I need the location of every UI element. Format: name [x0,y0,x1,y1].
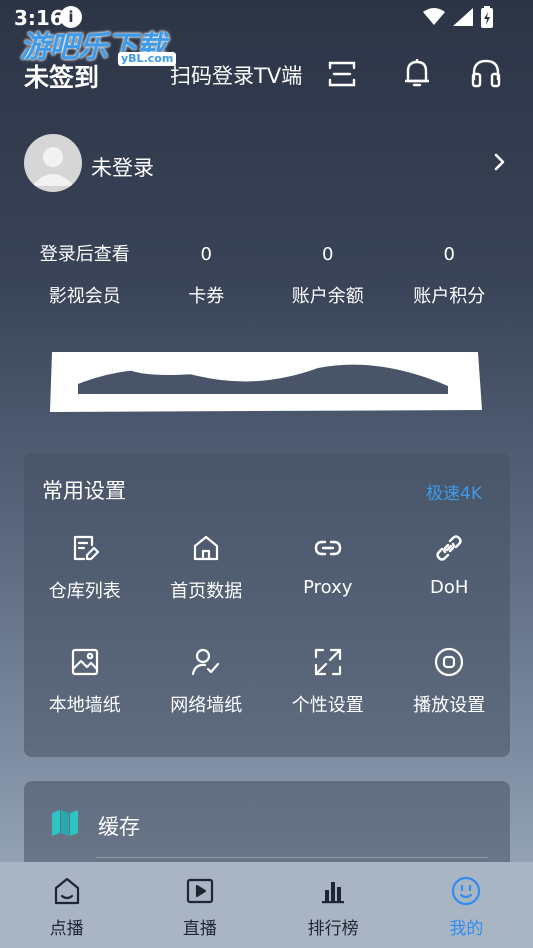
stat-label: 影视会员 [48,286,121,307]
stat-balance[interactable]: 0 账户余额 [267,240,389,320]
user-check-icon [192,648,220,676]
status-icons [423,6,493,28]
setting-proxy[interactable]: Proxy [267,533,389,617]
bar-chart-icon [322,882,345,904]
setting-label: 首页数据 [170,581,243,602]
stat-value: 0 [322,244,334,265]
stat-coupons[interactable]: 0 卡券 [146,240,268,320]
expand-icon [314,648,341,676]
setting-label: 播放设置 [413,695,486,716]
setting-label: DoH [430,577,469,598]
stat-value: 0 [200,244,212,265]
setting-label: 仓库列表 [48,581,121,602]
smile-icon [452,876,481,906]
play-icon [186,878,213,904]
setting-home-data[interactable]: 首页数据 [146,533,268,617]
tab-label: 点播 [49,919,84,939]
signal-icon [453,8,473,26]
common-settings-card: 常用设置 极速4K 仓库列表 首页数据 Proxy DoH 本地墙纸 网络墙纸 … [24,453,510,757]
chevron-right-icon[interactable] [488,151,510,173]
setting-doh[interactable]: DoH [389,533,511,617]
bell-icon[interactable] [400,56,434,90]
stat-points[interactable]: 0 账户积分 [389,240,511,320]
setting-personalization[interactable]: 个性设置 [267,647,389,731]
tab-label: 我的 [449,919,484,939]
home-icon [194,535,219,561]
map-icon [52,810,78,836]
profile-name: 未登录 [91,156,154,180]
settings-grid: 仓库列表 首页数据 Proxy DoH 本地墙纸 网络墙纸 个性设置 播放设置 [24,533,510,731]
setting-label: 网络墙纸 [170,695,243,716]
common-settings-title: 常用设置 [42,479,126,503]
chain-icon [436,535,462,561]
scan-icon[interactable] [326,58,358,90]
stat-vip[interactable]: 登录后查看 影视会员 [24,240,146,320]
stat-label: 账户积分 [413,286,486,307]
watermark-domain: yBL.com [118,52,177,66]
stat-value: 登录后查看 [39,244,130,265]
stop-circle-icon [435,647,464,677]
stat-label: 账户余额 [291,286,364,307]
image-icon [71,648,98,676]
profile-row[interactable]: 未登录 [24,134,510,194]
link-icon [314,540,341,556]
battery-icon [481,6,493,28]
setting-label: 个性设置 [291,695,364,716]
tab-label: 排行榜 [307,919,359,939]
avatar[interactable] [24,134,82,192]
edit-icon [73,535,99,561]
headset-icon[interactable] [469,56,503,90]
wifi-icon [423,8,445,25]
setting-label: 本地墙纸 [48,695,121,716]
stat-label: 卡券 [188,286,225,307]
checkin-status[interactable]: 未签到 [24,58,99,94]
speed-4k-link[interactable]: 极速4K [426,479,482,504]
tab-vod[interactable]: 点播 [0,862,133,948]
banner-image-placeholder[interactable] [48,350,484,414]
setting-playback[interactable]: 播放设置 [389,647,511,731]
avatar-placeholder-icon [32,147,74,186]
tab-label: 直播 [182,919,217,939]
home-tab-icon [54,877,79,905]
cache-label: 缓存 [98,815,140,839]
stat-value: 0 [443,244,455,265]
tab-live[interactable]: 直播 [133,862,266,948]
setting-label: Proxy [303,577,353,598]
tab-mine[interactable]: 我的 [400,862,533,948]
scan-login-tv-button[interactable]: 扫码登录TV端 [170,60,302,90]
setting-local-wallpaper[interactable]: 本地墙纸 [24,647,146,731]
bottom-tab-bar: 点播 直播 排行榜 我的 [0,862,533,948]
tab-ranking[interactable]: 排行榜 [267,862,400,948]
setting-repo-list[interactable]: 仓库列表 [24,533,146,617]
divider [96,857,488,858]
account-stats: 登录后查看 影视会员 0 卡券 0 账户余额 0 账户积分 [24,240,510,320]
setting-network-wallpaper[interactable]: 网络墙纸 [146,647,268,731]
